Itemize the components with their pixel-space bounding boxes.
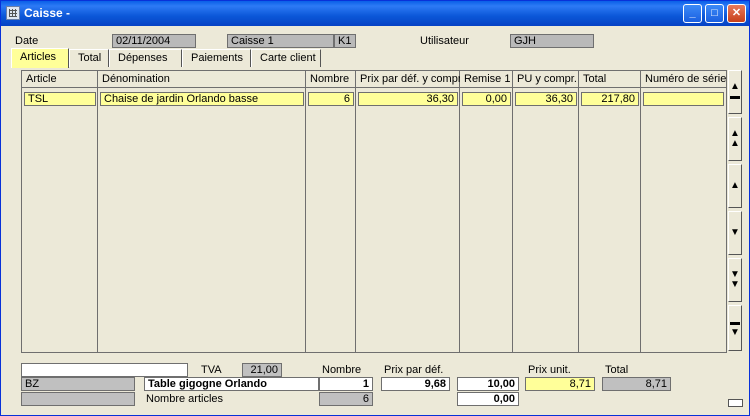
cell-article[interactable]: TSL bbox=[24, 92, 96, 106]
tab-carte-client[interactable]: Carte client bbox=[251, 49, 321, 67]
scroll-last-icon: ▬ ▼ bbox=[730, 317, 740, 338]
nombre-label: Nombre bbox=[322, 364, 362, 376]
quantity-field[interactable]: 1 bbox=[319, 377, 373, 391]
maximize-button[interactable]: □ bbox=[705, 4, 724, 23]
status-box[interactable] bbox=[728, 399, 743, 407]
scroll-page-down-button[interactable]: ▼ ▼ bbox=[728, 258, 742, 302]
date-label: Date bbox=[15, 35, 39, 47]
scroll-last-button[interactable]: ▬ ▼ bbox=[728, 305, 742, 351]
column-prix bbox=[356, 71, 460, 352]
caisse-field[interactable]: Caisse 1 bbox=[227, 34, 334, 48]
cell-pu[interactable]: 36,30 bbox=[515, 92, 577, 106]
column-pu bbox=[513, 71, 579, 352]
article-name-field[interactable]: Table gigogne Orlando bbox=[144, 377, 319, 391]
tab-total[interactable]: Total bbox=[69, 49, 109, 67]
close-button[interactable]: ✕ bbox=[727, 4, 746, 23]
minimize-button[interactable]: _ bbox=[683, 4, 702, 23]
prix-unit-label: Prix unit. bbox=[528, 364, 571, 376]
cell-prix[interactable]: 36,30 bbox=[358, 92, 458, 106]
scroll-page-down-icon: ▼ ▼ bbox=[730, 269, 740, 290]
second-amount-field[interactable]: 0,00 bbox=[457, 392, 519, 406]
scroll-up-button[interactable]: ▲ bbox=[728, 164, 742, 208]
header-denomination[interactable]: Dénomination bbox=[98, 72, 306, 88]
scroll-first-icon: ▲ ▬ bbox=[730, 81, 740, 102]
header-article[interactable]: Article bbox=[22, 72, 98, 88]
barcode-input[interactable] bbox=[21, 363, 188, 377]
header-remise[interactable]: Remise 1 bbox=[460, 72, 513, 88]
date-field[interactable]: 02/11/2004 bbox=[112, 34, 196, 48]
scroll-page-up-icon: ▲ ▲ bbox=[730, 128, 740, 149]
row-navigation: ▲ ▬ ▲ ▲ ▲ ▼ ▼ ▼ ▬ ▼ bbox=[728, 70, 742, 353]
caisse-code-field[interactable]: K1 bbox=[334, 34, 356, 48]
tab-articles[interactable]: Articles bbox=[11, 48, 69, 68]
article-code-field: BZ bbox=[21, 377, 135, 391]
tab-paiements[interactable]: Paiements bbox=[182, 49, 251, 67]
prix-def-field[interactable]: 9,68 bbox=[381, 377, 450, 391]
total-field: 8,71 bbox=[602, 377, 671, 391]
tab-depenses[interactable]: Dépenses bbox=[109, 49, 182, 67]
window-title: Caisse - bbox=[24, 6, 71, 20]
header-nombre[interactable]: Nombre bbox=[306, 72, 356, 88]
column-numero-serie bbox=[641, 71, 726, 352]
header-numero-serie[interactable]: Numéro de série bbox=[641, 72, 726, 88]
caisse-window: Caisse - _ □ ✕ Date 02/11/2004 Caisse 1 … bbox=[0, 0, 750, 416]
amount-field[interactable]: 10,00 bbox=[457, 377, 519, 391]
column-nombre bbox=[306, 71, 356, 352]
scroll-down-button[interactable]: ▼ bbox=[728, 211, 742, 255]
header-pu[interactable]: PU y compr. bbox=[513, 72, 579, 88]
total-label: Total bbox=[605, 364, 629, 376]
nombre-articles-field: 6 bbox=[319, 392, 373, 406]
header-total[interactable]: Total bbox=[579, 72, 641, 88]
scroll-down-icon: ▼ bbox=[730, 227, 740, 238]
cell-remise[interactable]: 0,00 bbox=[462, 92, 511, 106]
column-total bbox=[579, 71, 641, 352]
cell-numero-serie[interactable] bbox=[643, 92, 724, 106]
column-article bbox=[22, 71, 98, 352]
articles-grid[interactable]: Article Dénomination Nombre Prix par déf… bbox=[21, 70, 727, 353]
title-bar: Caisse - _ □ ✕ bbox=[1, 1, 749, 26]
prix-unit-field[interactable]: 8,71 bbox=[525, 377, 595, 391]
user-label: Utilisateur bbox=[420, 35, 469, 47]
column-denomination bbox=[98, 71, 306, 352]
column-remise bbox=[460, 71, 513, 352]
prix-def-label: Prix par déf. bbox=[384, 364, 444, 376]
user-field[interactable]: GJH bbox=[510, 34, 594, 48]
scroll-up-icon: ▲ bbox=[730, 180, 740, 191]
blank-grey-field bbox=[21, 392, 135, 406]
cell-denomination[interactable]: Chaise de jardin Orlando basse bbox=[100, 92, 304, 106]
calculator-app-icon bbox=[6, 6, 20, 20]
scroll-first-button[interactable]: ▲ ▬ bbox=[728, 70, 742, 114]
tva-field: 21,00 bbox=[242, 363, 282, 377]
header-prix[interactable]: Prix par déf. y compr. bbox=[356, 72, 460, 88]
nombre-articles-label: Nombre articles bbox=[146, 393, 224, 405]
scroll-page-up-button[interactable]: ▲ ▲ bbox=[728, 117, 742, 161]
cell-total[interactable]: 217,80 bbox=[581, 92, 639, 106]
tva-label: TVA bbox=[201, 364, 222, 376]
cell-nombre[interactable]: 6 bbox=[308, 92, 354, 106]
